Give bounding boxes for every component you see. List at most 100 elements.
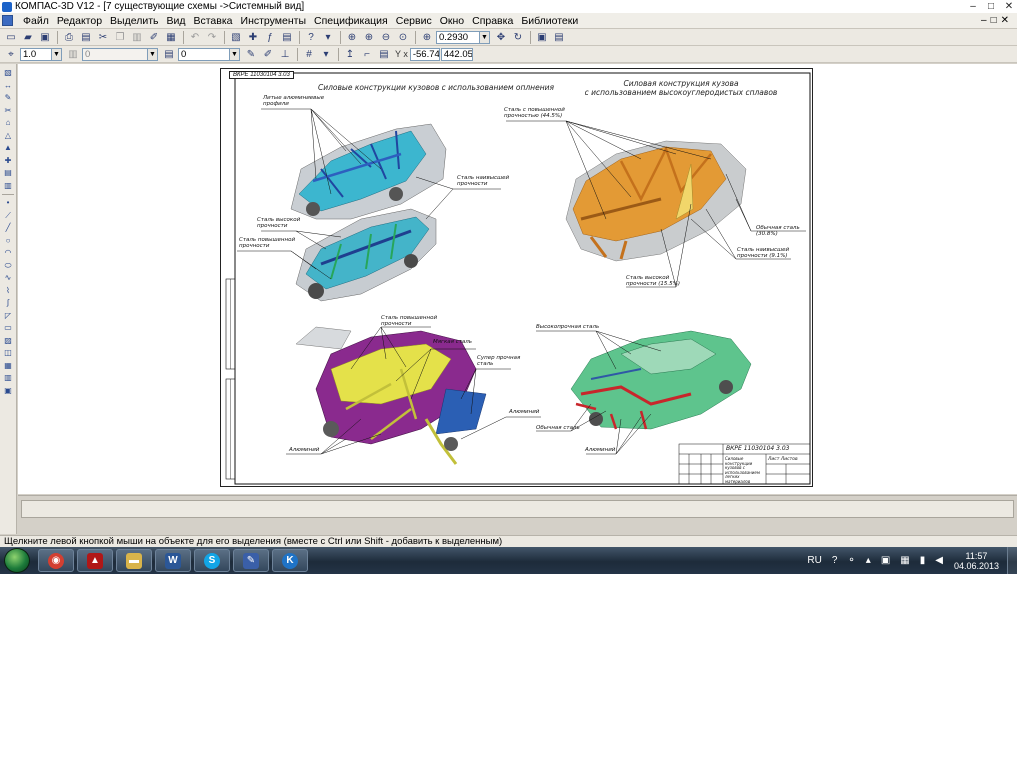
point-tool-icon[interactable]: •	[2, 197, 14, 208]
maximize-button[interactable]: □	[983, 1, 999, 13]
network-icon[interactable]: ▦	[900, 555, 909, 566]
zoom-out-icon[interactable]: ⊖	[378, 30, 394, 45]
minimize-button[interactable]: –	[965, 1, 981, 13]
symbols-tool-icon[interactable]: ✎	[2, 92, 14, 103]
color-brush-icon[interactable]: ✐	[260, 47, 276, 62]
selection-tool-icon[interactable]: ▲	[2, 142, 14, 153]
color-pen-icon[interactable]: ✎	[243, 47, 259, 62]
zoom-scale-dropdown[interactable]: ▼	[480, 30, 490, 44]
menu-service[interactable]: Сервис	[392, 14, 436, 28]
taskbar-pdf-reader[interactable]: ▲	[77, 549, 113, 572]
show-desktop-button[interactable]	[1007, 547, 1017, 574]
menu-file[interactable]: Файл	[19, 14, 53, 28]
taskbar-file-explorer[interactable]: ▬	[116, 549, 152, 572]
taskbar-word[interactable]: W	[155, 549, 191, 572]
menu-specification[interactable]: Спецификация	[310, 14, 392, 28]
zoom-window-icon[interactable]: ⊕	[344, 30, 360, 45]
menu-select[interactable]: Выделить	[106, 14, 162, 28]
menu-window[interactable]: Окно	[436, 14, 468, 28]
pan-icon[interactable]: ✥	[493, 30, 509, 45]
layer-state-icon[interactable]: ▥	[65, 47, 81, 62]
segment-tool-icon[interactable]: ╱	[2, 222, 14, 233]
previous-view-icon[interactable]: ▤	[551, 30, 567, 45]
open-folder-icon[interactable]: ▰	[20, 30, 36, 45]
hatch-tool-icon[interactable]: ▨	[2, 335, 14, 346]
taskbar-kompas-document[interactable]: ✎	[233, 549, 269, 572]
line-scale-field[interactable]: 1.0	[20, 47, 52, 61]
menu-view[interactable]: Вид	[162, 14, 189, 28]
doc-minimize-button[interactable]: –	[981, 15, 987, 26]
language-help-icon[interactable]: ?	[832, 555, 838, 566]
redo-icon[interactable]: ↷	[204, 30, 220, 45]
menu-tools[interactable]: Инструменты	[237, 14, 310, 28]
rectangle-tool-icon[interactable]: ▭	[2, 322, 14, 333]
layer-icon[interactable]: ▤	[161, 47, 177, 62]
undo-icon[interactable]: ↶	[187, 30, 203, 45]
print-preview-icon[interactable]: ▤	[78, 30, 94, 45]
zoom-scale-field[interactable]: 0.2930	[436, 30, 480, 44]
parameterization-tool-icon[interactable]: ⌂	[2, 117, 14, 128]
tray-signal-icon[interactable]: ⚬	[847, 555, 855, 566]
zoom-in-icon[interactable]: ⊕	[361, 30, 377, 45]
tray-app-icon[interactable]: ▣	[881, 555, 890, 566]
polyline-tool-icon[interactable]: ⌇	[2, 285, 14, 296]
help-pointer-icon[interactable]: ?	[303, 30, 319, 45]
circle-tool-icon[interactable]: ○	[2, 235, 14, 246]
start-button[interactable]	[4, 548, 30, 573]
kompas-app-icon[interactable]	[2, 1, 12, 12]
spec-tool-icon[interactable]: ▤	[2, 167, 14, 178]
fill-tool-icon[interactable]: ▦	[2, 360, 14, 371]
properties-panel-area[interactable]	[21, 500, 1014, 518]
clock[interactable]: 11:57 04.06.2013	[954, 551, 999, 571]
calculator-icon[interactable]: ▦	[163, 30, 179, 45]
show-hidden-icons-icon[interactable]: ▴	[866, 555, 871, 566]
copy-icon[interactable]: ❐	[112, 30, 128, 45]
line-scale-icon[interactable]: ⌖	[3, 47, 19, 62]
ortho-mode-icon[interactable]: ⌐	[359, 47, 375, 62]
arc-tool-icon[interactable]: ◠	[2, 247, 14, 258]
close-button[interactable]: ✕	[1001, 1, 1017, 13]
menu-libraries[interactable]: Библиотеки	[517, 14, 582, 28]
save-icon[interactable]: ▣	[37, 30, 53, 45]
layers-icon[interactable]: ▤	[279, 30, 295, 45]
local-cs-icon[interactable]: ↥	[342, 47, 358, 62]
taskbar-kompas[interactable]: K	[272, 549, 308, 572]
style-field[interactable]: 0	[178, 47, 230, 61]
layer-dropdown[interactable]: ▼	[148, 47, 158, 61]
menu-editor[interactable]: Редактор	[53, 14, 106, 28]
menu-help[interactable]: Справка	[468, 14, 517, 28]
coord-y-field[interactable]: 442.058	[440, 47, 473, 61]
volume-icon[interactable]: ◀	[935, 555, 943, 566]
grid-icon[interactable]: #	[301, 47, 317, 62]
ellipse-tool-icon[interactable]: ⬭	[2, 260, 14, 271]
collect-contour-tool-icon[interactable]: ▣	[2, 385, 14, 396]
drawing-sheet[interactable]: ВКРЕ 11030104 3.03 Силовые конструкции к…	[220, 68, 813, 487]
title-bar[interactable]: КОМПАС-3D V12 - [7 существующие схемы ->…	[0, 0, 1017, 13]
chamfer-tool-icon[interactable]: ◸	[2, 310, 14, 321]
bezier-tool-icon[interactable]: ∫	[2, 297, 14, 308]
coord-x-field[interactable]: -56.743	[409, 47, 440, 61]
function-icon[interactable]: ƒ	[262, 30, 278, 45]
print-icon[interactable]: ⎙	[61, 30, 77, 45]
taskbar-chrome[interactable]: ◉	[38, 549, 74, 572]
power-icon[interactable]: ▮	[920, 555, 926, 566]
paste-icon[interactable]: ▥	[129, 30, 145, 45]
snaps-icon[interactable]: ▤	[376, 47, 392, 62]
line-scale-dropdown[interactable]: ▼	[52, 47, 62, 61]
menu-insert[interactable]: Вставка	[189, 14, 236, 28]
properties-brush-icon[interactable]: ✐	[146, 30, 162, 45]
refresh-icon[interactable]: ↻	[510, 30, 526, 45]
doc-restore-button[interactable]: □	[991, 15, 997, 26]
layer-field[interactable]: 0	[82, 47, 148, 61]
drawing-workspace[interactable]: ВКРЕ 11030104 3.03 Силовые конструкции к…	[18, 64, 1017, 494]
contour-tool-icon[interactable]: ◫	[2, 347, 14, 358]
grid-dropdown-icon[interactable]: ▾	[318, 47, 334, 62]
doc-close-button[interactable]: ✕	[1001, 15, 1009, 26]
zoom-icon[interactable]: ⊕	[419, 30, 435, 45]
aux-line-tool-icon[interactable]: ⟋	[2, 210, 14, 221]
context-help-icon[interactable]: ▾	[320, 30, 336, 45]
fragment-tool-icon[interactable]: ▥	[2, 372, 14, 383]
zoom-all-icon[interactable]: ⊙	[395, 30, 411, 45]
editing-tool-icon[interactable]: ✂	[2, 105, 14, 116]
new-document-icon[interactable]: ▭	[3, 30, 19, 45]
